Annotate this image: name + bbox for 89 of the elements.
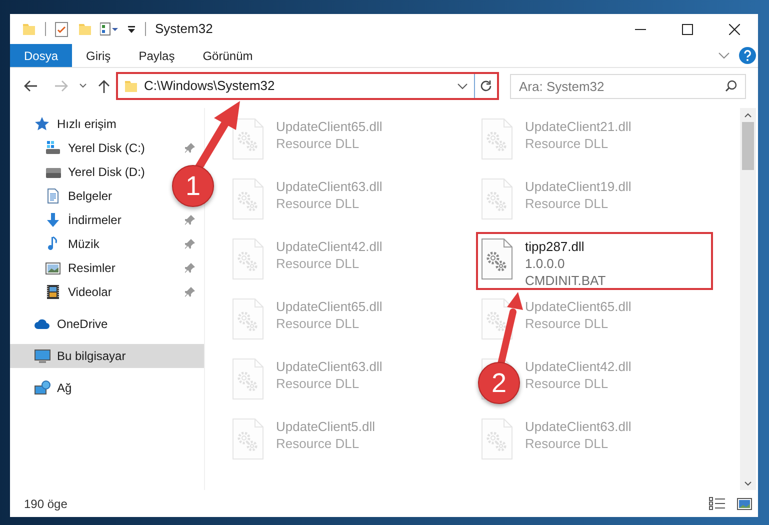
sidebar-item[interactable]: Ağ [34, 379, 72, 397]
network-icon [34, 380, 51, 396]
file-detail: Resource DLL [276, 315, 360, 332]
star-icon [34, 116, 51, 132]
back-icon[interactable] [24, 80, 38, 92]
scroll-down-icon[interactable] [744, 480, 752, 486]
details-view-icon[interactable] [709, 497, 725, 510]
file-detail: Resource DLL [525, 135, 610, 152]
scrollbar-thumb[interactable] [742, 122, 754, 170]
sidebar-item[interactable]: Videolar [45, 283, 112, 301]
address-path: C:\Windows\System32 [144, 77, 276, 96]
download-arrow-icon [45, 212, 62, 228]
file-detail: Resource DLL [525, 375, 610, 392]
pin-icon [185, 263, 195, 273]
file-detail: Resource DLL [276, 135, 360, 152]
file-name: UpdateClient21.dll [525, 118, 632, 135]
sidebar-item[interactable]: Müzik [45, 235, 100, 253]
sidebar-item[interactable]: Bu bilgisayar [10, 344, 204, 368]
file-detail: Resource DLL [525, 435, 610, 452]
file-name: UpdateClient65.dll [525, 298, 632, 315]
file-name: UpdateClient63.dll [525, 418, 632, 435]
file-detail: Resource DLL [525, 195, 610, 212]
gear-file-icon [232, 298, 264, 340]
file-name: UpdateClient63.dll [276, 358, 382, 375]
pin-icon [185, 287, 195, 297]
chevron-down-icon[interactable] [79, 83, 87, 89]
file-detail: Resource DLL [525, 315, 610, 332]
help-icon[interactable] [739, 47, 756, 64]
file-name: UpdateClient19.dll [525, 178, 632, 195]
refresh-icon [480, 80, 492, 92]
file-name: UpdateClient63.dll [276, 178, 382, 195]
dropdown-icon[interactable] [127, 24, 136, 34]
sidebar-item[interactable]: İndirmeler [45, 211, 122, 229]
file-detail: Resource DLL [276, 195, 360, 212]
sidebar-item[interactable]: Hızlı erişim [34, 115, 116, 133]
gear-file-icon [481, 238, 513, 280]
pin-icon [185, 215, 195, 225]
scroll-up-icon[interactable] [744, 112, 752, 118]
folder-icon [124, 79, 138, 93]
file-name: UpdateClient65.dll [276, 118, 382, 135]
close-icon [729, 24, 740, 34]
file-name: UpdateClient42.dll [276, 238, 382, 255]
chevron-down-icon[interactable] [718, 52, 730, 60]
ribbon-tab[interactable]: Görünüm [188, 44, 267, 67]
file-name: tipp287.dll [525, 238, 586, 255]
pin-icon [185, 143, 195, 153]
gear-file-icon [481, 118, 513, 160]
search-icon[interactable] [725, 80, 737, 92]
window-title: System32 [155, 20, 213, 38]
checklist-icon[interactable] [55, 22, 68, 36]
large-icons-view-icon[interactable] [737, 498, 752, 510]
scrollbar[interactable] [740, 108, 756, 490]
file-detail: Resource DLL [276, 255, 360, 272]
gear-file-icon [481, 298, 513, 340]
monitor-icon [34, 348, 51, 364]
sidebar-item[interactable]: Yerel Disk (C:) [45, 139, 145, 157]
sidebar-item[interactable]: OneDrive [34, 315, 108, 333]
properties-icon[interactable] [100, 22, 120, 36]
gear-file-icon [232, 418, 264, 460]
file-name: UpdateClient65.dll [276, 298, 382, 315]
ribbon-tab[interactable]: Giriş [72, 44, 125, 67]
file-name: UpdateClient5.dll [276, 418, 376, 435]
file-item[interactable]: tipp287.dll 1.0.0.0 CMDINIT.BAT [476, 232, 713, 290]
gear-file-icon [232, 178, 264, 220]
file-detail: Resource DLL [276, 435, 360, 452]
maximize-icon [682, 24, 693, 34]
film-icon [45, 284, 62, 300]
file-detail: Resource DLL [276, 375, 360, 392]
sidebar-item[interactable]: Resimler [45, 259, 116, 277]
chevron-down-icon[interactable] [457, 82, 468, 90]
gear-file-icon [232, 238, 264, 280]
file-name: UpdateClient42.dll [525, 358, 632, 375]
image-icon [45, 260, 62, 276]
sidebar-item[interactable]: Belgeler [45, 187, 112, 205]
search-field[interactable]: Ara: System32 [510, 74, 746, 98]
pin-icon [185, 239, 195, 249]
gear-file-icon [481, 178, 513, 220]
ribbon-tab[interactable]: Dosya [10, 44, 72, 67]
sidebar-item[interactable]: Yerel Disk (D:) [45, 163, 145, 181]
item-count: 190 öge [24, 496, 68, 512]
gear-file-icon [481, 418, 513, 460]
address-bar[interactable]: C:\Windows\System32 [116, 72, 499, 100]
file-detail: 1.0.0.0 [525, 255, 566, 272]
ribbon-tab[interactable]: Paylaş [124, 44, 189, 67]
file-detail: CMDINIT.BAT [525, 272, 606, 289]
gear-file-icon [232, 358, 264, 400]
drive-icon [45, 140, 62, 156]
up-arrow-icon[interactable] [98, 79, 110, 93]
gear-file-icon [232, 118, 264, 160]
